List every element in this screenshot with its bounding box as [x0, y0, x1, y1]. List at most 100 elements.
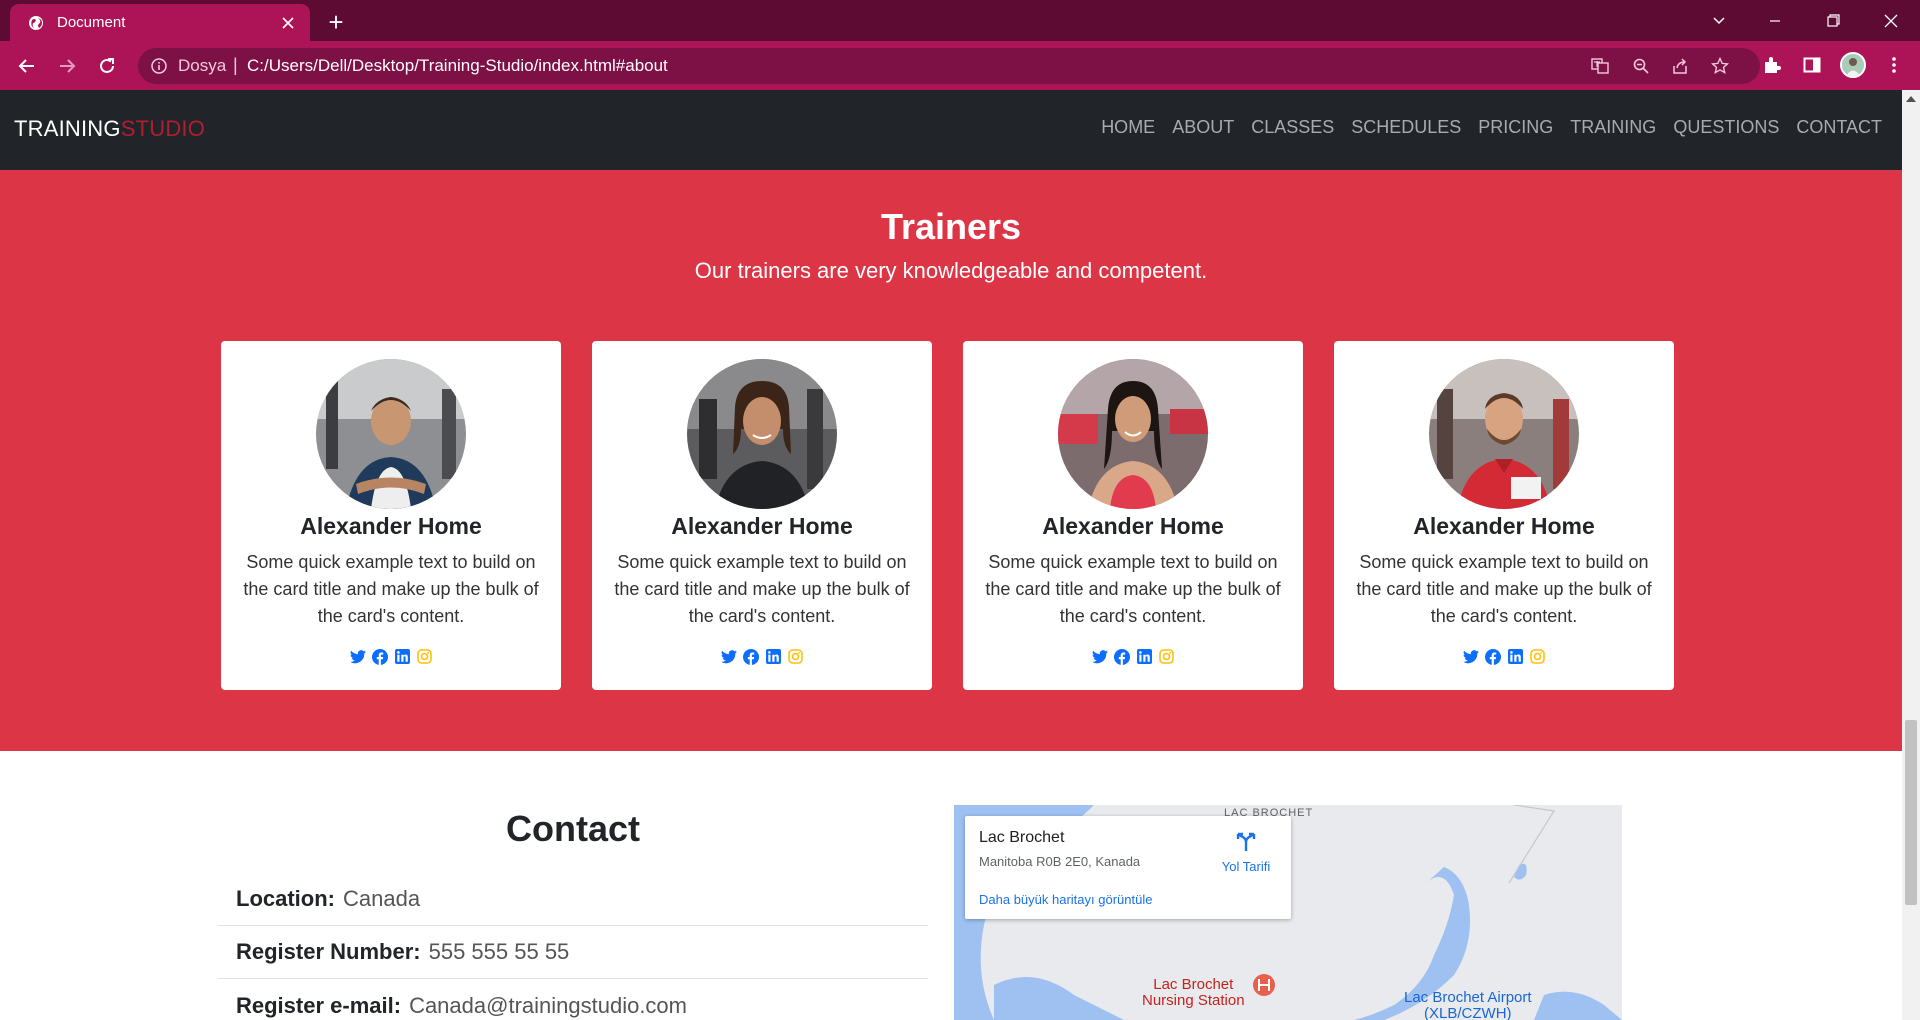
nav-link-classes[interactable]: CLASSES [1251, 117, 1334, 138]
restore-icon[interactable] [1804, 0, 1862, 41]
url-separator: | [233, 55, 238, 75]
directions-label: Yol Tarifi [1221, 859, 1271, 874]
contact-label: Register e-mail: [236, 992, 402, 1018]
scrollbar-thumb[interactable] [1905, 720, 1917, 905]
contact-label: Location: [236, 886, 335, 911]
trainer-name: Alexander Home [671, 513, 853, 539]
nav-menu: HOME ABOUT CLASSES SCHEDULES PRICING TRA… [1101, 117, 1882, 138]
browser-menu-icon[interactable] [1882, 53, 1906, 77]
map-airport-line: (XLB/CZWH) [1424, 1005, 1512, 1020]
nav-link-about[interactable]: ABOUT [1172, 117, 1234, 138]
trainers-section: Trainers Our trainers are very knowledge… [0, 170, 1902, 751]
twitter-icon[interactable] [1092, 648, 1109, 665]
map-place-title: Lac Brochet [979, 829, 1065, 846]
side-panel-icon[interactable] [1800, 53, 1824, 77]
facebook-icon[interactable] [1114, 648, 1131, 665]
nav-link-schedules[interactable]: SCHEDULES [1351, 117, 1461, 138]
translate-icon[interactable] [1590, 56, 1610, 76]
contact-value: 555 555 55 55 [428, 939, 570, 964]
trainers-subtitle: Our trainers are very knowledgeable and … [694, 258, 1208, 283]
trainer-card: Alexander Home Some quick example text t… [592, 341, 932, 690]
bookmark-star-icon[interactable] [1710, 56, 1730, 76]
nav-link-pricing[interactable]: PRICING [1478, 117, 1553, 138]
trainer-photo [1429, 359, 1579, 509]
globe-icon [27, 14, 45, 32]
address-bar[interactable]: Dosya | C:/Users/Dell/Desktop/Training-S… [138, 48, 1760, 84]
facebook-icon[interactable] [743, 648, 760, 665]
back-icon[interactable] [10, 49, 44, 83]
browser-tab[interactable]: Document [10, 4, 310, 41]
new-tab-button[interactable]: + [322, 9, 350, 37]
directions-button[interactable]: Yol Tarifi [1213, 830, 1279, 874]
page-scrollbar[interactable] [1902, 90, 1920, 1020]
nav-link-home[interactable]: HOME [1101, 117, 1155, 138]
trainer-photo [687, 359, 837, 509]
twitter-icon[interactable] [721, 648, 738, 665]
directions-icon [1235, 832, 1257, 856]
map-place-card: Lac Brochet Manitoba R0B 2E0, Kanada Dah… [965, 816, 1291, 919]
map-label-airport[interactable]: Lac Brochet Airport (XLB/CZWH) [1404, 990, 1532, 1020]
close-tab-icon[interactable] [276, 11, 300, 35]
trainer-description: Some quick example text to build on the … [985, 552, 1281, 626]
twitter-icon[interactable] [350, 648, 367, 665]
social-links [963, 648, 1303, 665]
url-scheme-label: Dosya [178, 56, 227, 75]
embedded-map[interactable]: LAC BROCHET Lac Brochet Nursing Station … [954, 805, 1622, 1020]
linkedin-icon[interactable] [765, 648, 782, 665]
brand-logo[interactable]: TRAININGSTUDIO [14, 116, 205, 142]
nav-link-contact[interactable]: CONTACT [1796, 117, 1882, 138]
instagram-icon[interactable] [787, 648, 804, 665]
linkedin-icon[interactable] [394, 648, 411, 665]
social-links [221, 648, 561, 665]
trainer-description: Some quick example text to build on the … [614, 552, 910, 626]
facebook-icon[interactable] [372, 648, 389, 665]
scroll-up-arrow-icon[interactable] [1906, 96, 1916, 102]
map-place-address: Manitoba R0B 2E0, Kanada [979, 854, 1141, 869]
minimize-icon[interactable] [1746, 0, 1804, 41]
contact-row-email: Register e-mail: Canada@trainingstudio.c… [218, 979, 928, 1020]
close-window-icon[interactable] [1862, 0, 1920, 41]
tab-title: Document [57, 14, 126, 31]
url-text[interactable]: C:/Users/Dell/Desktop/Training-Studio/in… [247, 56, 668, 76]
instagram-icon[interactable] [1529, 648, 1546, 665]
map-airport-line: Lac Brochet Airport [1404, 989, 1532, 1006]
instagram-icon[interactable] [1158, 648, 1175, 665]
zoom-icon[interactable] [1631, 56, 1651, 76]
trainer-name: Alexander Home [300, 513, 482, 539]
nav-link-training[interactable]: TRAINING [1570, 117, 1656, 138]
social-links [1334, 648, 1674, 665]
trainer-card: Alexander Home Some quick example text t… [963, 341, 1303, 690]
brand-part-studio: STUDIO [120, 116, 206, 141]
profile-avatar[interactable] [1840, 52, 1866, 78]
contact-section: Contact Location: Canada Register Number… [0, 751, 1902, 1020]
extensions-icon[interactable] [1760, 53, 1784, 77]
contact-value[interactable]: Canada@trainingstudio.com [409, 993, 687, 1019]
reload-icon[interactable] [90, 49, 124, 83]
forward-icon[interactable] [50, 49, 84, 83]
linkedin-icon[interactable] [1136, 648, 1153, 665]
nav-link-questions[interactable]: QUESTIONS [1673, 117, 1779, 138]
facebook-icon[interactable] [1485, 648, 1502, 665]
view-larger-map-link[interactable]: Daha büyük haritayı görüntüle [979, 892, 1152, 907]
share-icon[interactable] [1670, 56, 1690, 76]
map-poi-line: Nursing Station [1142, 992, 1245, 1009]
contact-value: Canada [343, 886, 421, 911]
trainer-photo [1058, 359, 1208, 509]
trainer-photo [316, 359, 466, 509]
contact-row-location: Location: Canada [218, 873, 928, 926]
tab-search-icon[interactable] [1690, 0, 1748, 41]
browser-tab-strip: Document + [0, 0, 1920, 41]
trainer-card: Alexander Home Some quick example text t… [1334, 341, 1674, 690]
site-navbar: TRAININGSTUDIO HOME ABOUT CLASSES SCHEDU… [0, 90, 1902, 170]
map-label-poi[interactable]: Lac Brochet Nursing Station [1142, 977, 1245, 1009]
twitter-icon[interactable] [1463, 648, 1480, 665]
linkedin-icon[interactable] [1507, 648, 1524, 665]
contact-title: Contact [506, 808, 640, 849]
instagram-icon[interactable] [416, 648, 433, 665]
trainer-card: Alexander Home Some quick example text t… [221, 341, 561, 690]
social-links [592, 648, 932, 665]
contact-label: Register Number: [236, 939, 421, 964]
map-poi-line: Lac Brochet [1153, 976, 1234, 993]
info-icon[interactable] [150, 57, 168, 75]
trainer-description: Some quick example text to build on the … [243, 552, 539, 626]
